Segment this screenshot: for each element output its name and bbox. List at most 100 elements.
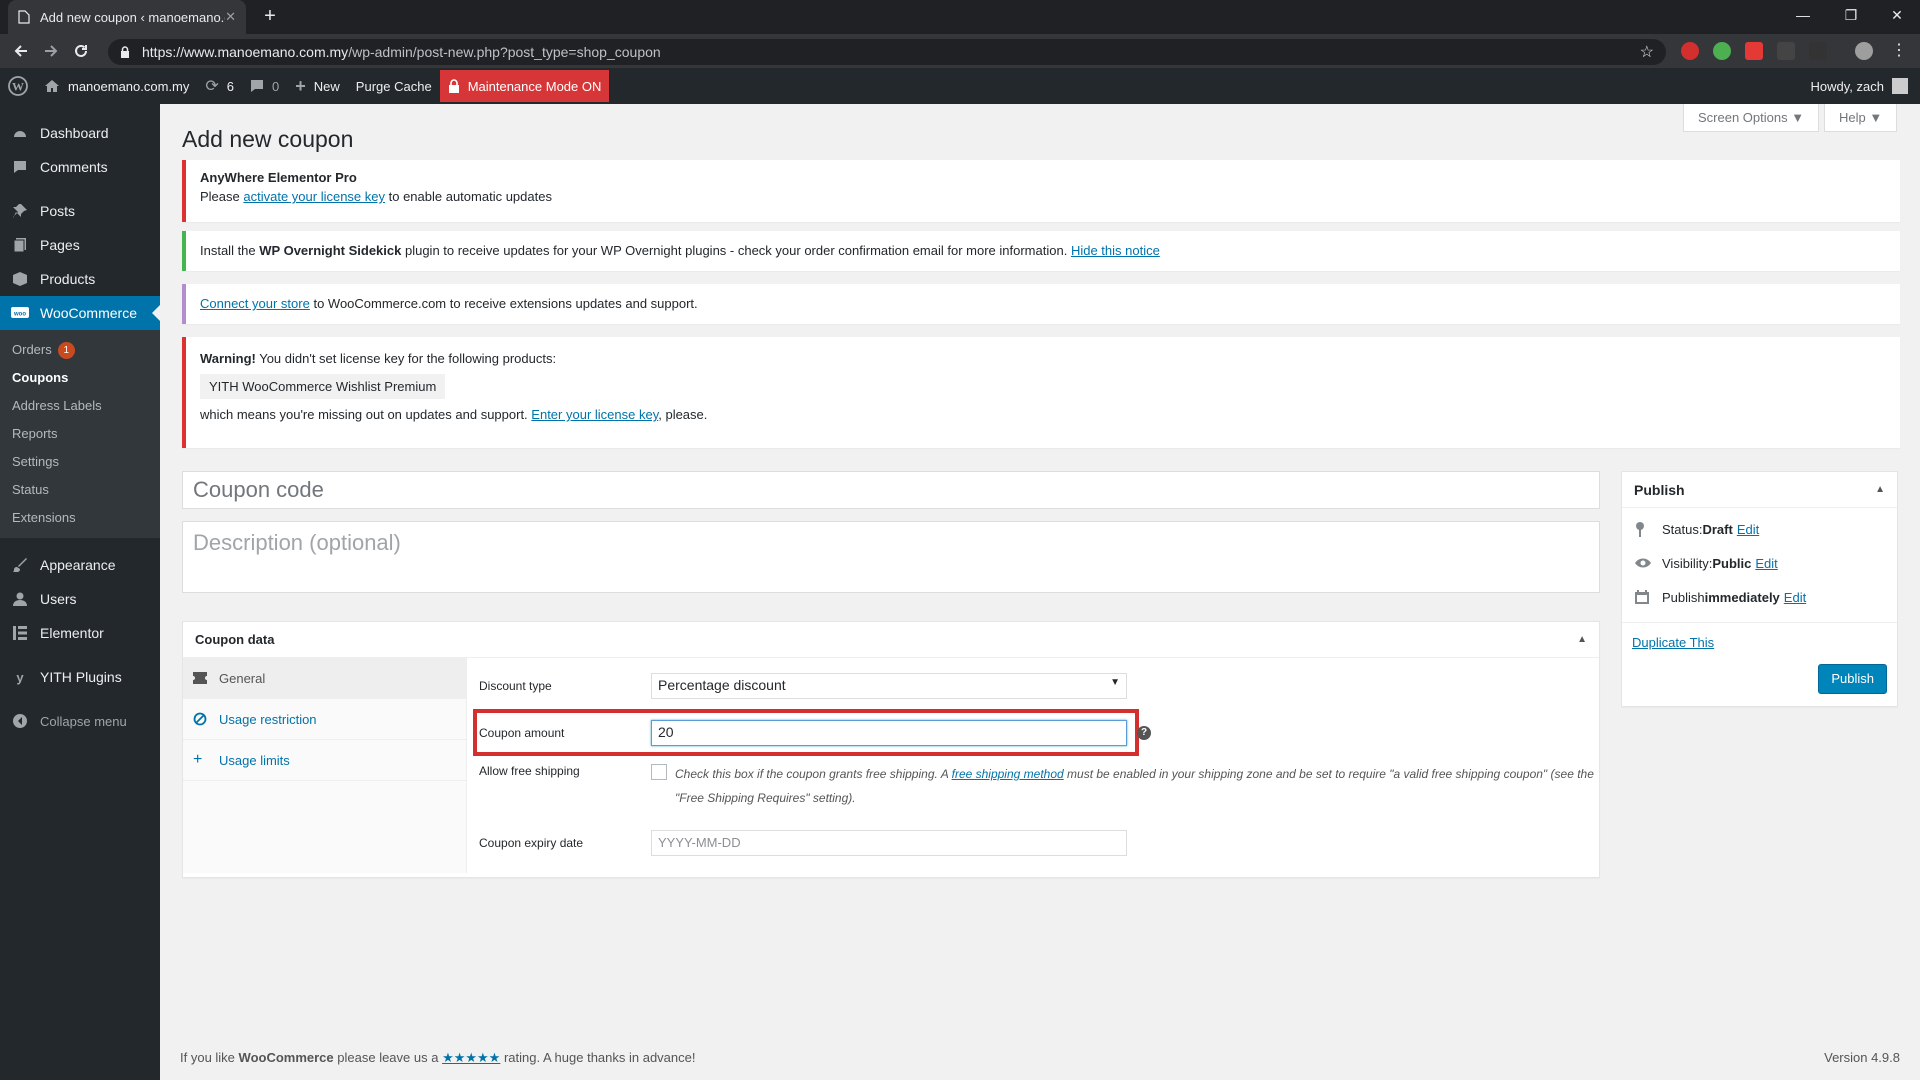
forward-icon[interactable] (36, 36, 66, 66)
extension-pen-icon[interactable] (1777, 42, 1795, 60)
lock-icon (120, 46, 130, 58)
site-name-link[interactable]: manoemano.com.my (36, 68, 197, 104)
eye-icon (1634, 557, 1652, 569)
sidebar-item-yith-plugins[interactable]: y YITH Plugins (0, 660, 160, 694)
submenu-item-status[interactable]: Status (0, 476, 160, 504)
sidebar-label: Products (40, 271, 96, 287)
browser-tab[interactable]: Add new coupon ‹ manoemano.c ✕ (8, 0, 246, 34)
pin-icon (1634, 521, 1652, 537)
edit-visibility-link[interactable]: Edit (1755, 556, 1777, 571)
coupon-data-header[interactable]: Coupon data ▲ (183, 622, 1599, 658)
collapse-arrow-icon[interactable]: ▲ (1577, 634, 1587, 645)
dropdown-arrow-icon: ▼ (1110, 677, 1120, 688)
screen-options-button[interactable]: Screen Options ▼ (1683, 104, 1820, 132)
collapse-arrow-icon[interactable]: ▲ (1875, 484, 1885, 495)
new-content-link[interactable]: + New (287, 68, 348, 104)
sidebar-item-users[interactable]: Users (0, 582, 160, 616)
comments-link[interactable]: 0 (242, 68, 287, 104)
maintenance-mode-link[interactable]: Maintenance Mode ON (439, 70, 610, 102)
howdy-text: Howdy, zach (1810, 78, 1884, 94)
comments-count: 0 (272, 78, 280, 94)
plus-icon: + (193, 751, 203, 768)
coupon-amount-label: Coupon amount (479, 726, 565, 740)
tab-usage-limits[interactable]: + Usage limits (183, 740, 466, 781)
sidebar-label: Posts (40, 203, 76, 219)
free-shipping-checkbox[interactable] (651, 764, 667, 780)
free-shipping-method-link[interactable]: free shipping method (952, 767, 1064, 781)
version-text: Version 4.9.8 (1824, 1050, 1900, 1065)
page-icon (18, 10, 30, 24)
sidebar-item-woocommerce[interactable]: woo WooCommerce (0, 296, 160, 330)
wordpress-logo-icon[interactable]: W (0, 68, 36, 104)
coupon-data-tabs: General Usage restriction + Usage limits (183, 658, 467, 873)
sidebar-label: WooCommerce (40, 305, 137, 321)
coupon-amount-input[interactable]: 20 (651, 720, 1127, 746)
help-button[interactable]: Help ▼ (1824, 104, 1898, 132)
duplicate-link[interactable]: Duplicate This (1632, 635, 1714, 650)
submenu-item-coupons[interactable]: Coupons (0, 364, 160, 392)
help-tip-icon[interactable]: ? (1137, 726, 1151, 740)
extension-green-icon[interactable] (1713, 42, 1731, 60)
notice-text: Please activate your license key to enab… (200, 189, 552, 204)
updates-count: 6 (226, 78, 235, 94)
extension-red-icon[interactable] (1745, 42, 1763, 60)
discount-type-select[interactable]: Percentage discount ▼ (651, 673, 1127, 699)
comment-bubble-icon (250, 79, 264, 93)
submenu-item-address-labels[interactable]: Address Labels (0, 392, 160, 420)
updates-icon: ⟳ (205, 78, 219, 95)
coupon-code-input[interactable]: Coupon code (182, 471, 1600, 509)
restore-icon[interactable]: ❐ (1828, 0, 1874, 30)
submenu-item-orders[interactable]: Orders 1 (0, 336, 160, 364)
sidebar-item-dashboard[interactable]: Dashboard (0, 116, 160, 150)
block-icon (193, 712, 211, 726)
updates-link[interactable]: ⟳ 6 (197, 68, 242, 104)
sidebar-item-posts[interactable]: Posts (0, 194, 160, 228)
coupon-data-box: Coupon data ▲ General Usage restriction … (182, 621, 1600, 878)
rating-stars-link[interactable]: ★★★★★ (442, 1050, 500, 1065)
reload-icon[interactable] (66, 36, 96, 66)
publish-header[interactable]: Publish ▲ (1622, 472, 1897, 508)
url-path: /wp-admin/post-new.php?post_type=shop_co… (348, 44, 661, 60)
activate-license-link[interactable]: activate your license key (243, 189, 385, 204)
sidebar-item-products[interactable]: Products (0, 262, 160, 296)
account-menu[interactable]: Howdy, zach (1811, 68, 1908, 104)
warning-footer: which means you're missing out on update… (200, 407, 708, 422)
close-tab-icon[interactable]: ✕ (225, 9, 236, 25)
collapse-arrow-icon (10, 713, 30, 729)
edit-status-link[interactable]: Edit (1737, 522, 1759, 537)
sidebar-item-elementor[interactable]: Elementor (0, 616, 160, 650)
connect-store-link[interactable]: Connect your store (200, 296, 310, 311)
profile-avatar-icon[interactable] (1855, 42, 1873, 60)
submenu-item-settings[interactable]: Settings (0, 448, 160, 476)
purge-cache-link[interactable]: Purge Cache (348, 68, 440, 104)
hide-notice-link[interactable]: Hide this notice (1071, 243, 1160, 258)
yith-icon: y (16, 669, 24, 685)
back-icon[interactable] (6, 36, 36, 66)
expiry-date-input[interactable]: YYYY-MM-DD (651, 830, 1127, 856)
submenu-item-reports[interactable]: Reports (0, 420, 160, 448)
edit-schedule-link[interactable]: Edit (1784, 590, 1806, 605)
bookmark-star-icon[interactable]: ☆ (1640, 42, 1654, 62)
extension-flag-icon[interactable] (1809, 42, 1827, 60)
sidebar-label: Appearance (40, 557, 116, 573)
free-shipping-description: Check this box if the coupon grants free… (675, 767, 1594, 805)
enter-license-link[interactable]: Enter your license key (531, 407, 658, 422)
submenu-item-extensions[interactable]: Extensions (0, 504, 160, 532)
new-tab-button[interactable]: + (258, 5, 282, 29)
minimize-icon[interactable]: — (1780, 0, 1826, 30)
tab-usage-restriction[interactable]: Usage restriction (183, 699, 466, 740)
sidebar-item-pages[interactable]: Pages (0, 228, 160, 262)
address-bar[interactable]: https://www.manoemano.com.my/wp-admin/po… (108, 39, 1666, 65)
paintbrush-icon (10, 557, 30, 573)
browser-menu-icon[interactable]: ⋮ (1890, 42, 1908, 60)
ticket-icon (193, 672, 211, 684)
coupon-description-textarea[interactable]: Description (optional) (182, 521, 1600, 593)
publish-button[interactable]: Publish (1818, 664, 1887, 694)
sidebar-item-comments[interactable]: Comments (0, 150, 160, 184)
close-window-icon[interactable]: ✕ (1874, 0, 1920, 30)
tab-general[interactable]: General (183, 658, 466, 699)
publish-title: Publish (1634, 481, 1685, 498)
sidebar-item-appearance[interactable]: Appearance (0, 548, 160, 582)
sidebar-collapse-menu[interactable]: Collapse menu (0, 704, 160, 738)
extension-adblock-icon[interactable] (1681, 42, 1699, 60)
